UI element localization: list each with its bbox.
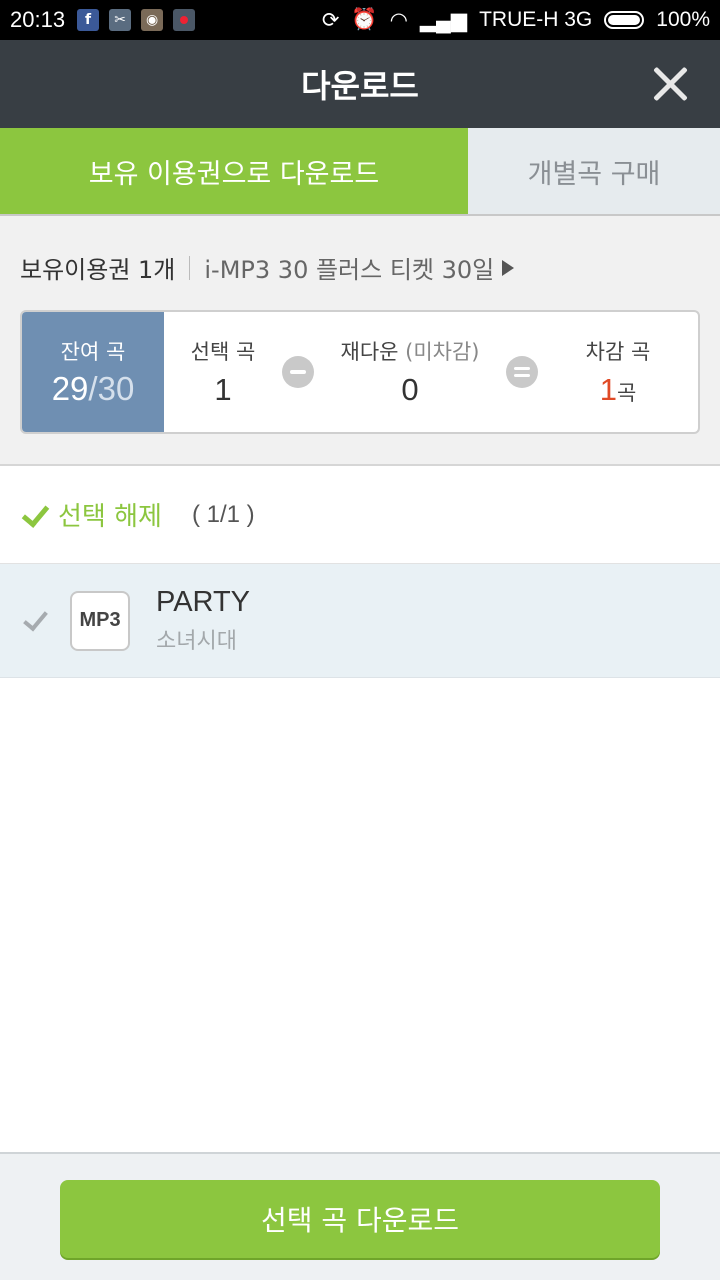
- alarm-icon: ⏰: [351, 8, 378, 31]
- status-bar: 20:13 f ✂ ◉ ⟳ ⏰ ◠ ▂▄▆ TRUE-H 3G 100%: [0, 0, 720, 40]
- remaining-box: 잔여 곡 29/30: [22, 312, 164, 432]
- owned-ticket-count: 보유이용권 1개: [20, 256, 176, 284]
- close-icon[interactable]: [648, 62, 692, 106]
- selection-count: ( 1/1 ): [191, 500, 255, 528]
- record-icon: [173, 9, 196, 31]
- remaining-count: 29: [51, 370, 89, 407]
- song-info: PARTY 소녀시대: [156, 586, 250, 655]
- tab-individual-purchase[interactable]: 개별곡 구매: [468, 128, 720, 214]
- download-selected-button[interactable]: 선택 곡 다운로드: [60, 1180, 660, 1258]
- page-title: 다운로드: [301, 67, 419, 105]
- check-icon[interactable]: [20, 501, 48, 529]
- app-header: 다운로드: [0, 40, 720, 128]
- redownload-label: 재다운 (미차감): [341, 336, 480, 366]
- play-arrow-icon[interactable]: [502, 259, 515, 276]
- redownload-label-main: 재다운: [340, 340, 399, 364]
- scissors-icon: ✂: [109, 9, 132, 31]
- status-right: ⟳ ⏰ ◠ ▂▄▆ TRUE-H 3G 100%: [322, 8, 710, 33]
- mp3-file-icon: MP3: [70, 590, 130, 651]
- count-summary: 잔여 곡 29/30 선택 곡 1 재다운 (미차감) 0 차감 곡 1곡: [20, 310, 700, 434]
- signal-icon: ▂▄▆: [419, 8, 468, 32]
- wifi-icon: ◠: [389, 8, 408, 32]
- ticket-section: 보유이용권 1개 i-MP3 30 플러스 티켓 30일 잔여 곡 29/30 …: [0, 216, 720, 466]
- redownload-label-sub: (미차감): [398, 340, 480, 364]
- check-icon[interactable]: [20, 606, 50, 636]
- redownload-value: 0: [401, 372, 419, 407]
- footer-bar: 선택 곡 다운로드: [0, 1152, 720, 1280]
- status-time: 20:13: [10, 7, 66, 32]
- carrier-label: TRUE-H 3G: [479, 8, 593, 31]
- selected-label: 선택 곡: [190, 340, 256, 364]
- selection-bar: 선택 해제 ( 1/1 ): [0, 466, 720, 564]
- list-item[interactable]: MP3 PARTY 소녀시대: [0, 564, 720, 678]
- ticket-plan[interactable]: i-MP3 30 플러스 티켓 30일: [204, 250, 494, 285]
- instagram-icon: ◉: [141, 9, 164, 31]
- battery-label: 100%: [656, 8, 710, 31]
- sync-icon: ⟳: [321, 8, 340, 32]
- deduct-value: 1곡: [600, 372, 637, 408]
- deduct-unit: 곡: [616, 382, 637, 405]
- ticket-info[interactable]: 보유이용권 1개 i-MP3 30 플러스 티켓 30일: [20, 250, 515, 285]
- remaining-value: 29/30: [52, 370, 135, 408]
- deduct-count: 1: [599, 372, 617, 407]
- battery-icon: [604, 11, 645, 29]
- facebook-icon: f: [77, 9, 100, 31]
- deduct-label: 차감 곡: [585, 340, 651, 364]
- song-artist: 소녀시대: [156, 629, 237, 654]
- equals-icon: [506, 356, 538, 388]
- tab-download-with-ticket[interactable]: 보유 이용권으로 다운로드: [0, 128, 468, 214]
- selected-box: 선택 곡 1: [164, 312, 282, 432]
- song-title: PARTY: [156, 586, 251, 618]
- remaining-total: /30: [88, 370, 135, 407]
- tab-bar: 보유 이용권으로 다운로드 개별곡 구매: [0, 128, 720, 216]
- divider: [189, 255, 191, 280]
- redownload-box: 재다운 (미차감) 0: [314, 312, 506, 432]
- remaining-label: 잔여 곡: [60, 340, 126, 364]
- minus-icon: [282, 356, 314, 388]
- selected-value: 1: [214, 372, 232, 407]
- deselect-button[interactable]: 선택 해제: [58, 496, 162, 533]
- deduct-box: 차감 곡 1곡: [538, 312, 698, 432]
